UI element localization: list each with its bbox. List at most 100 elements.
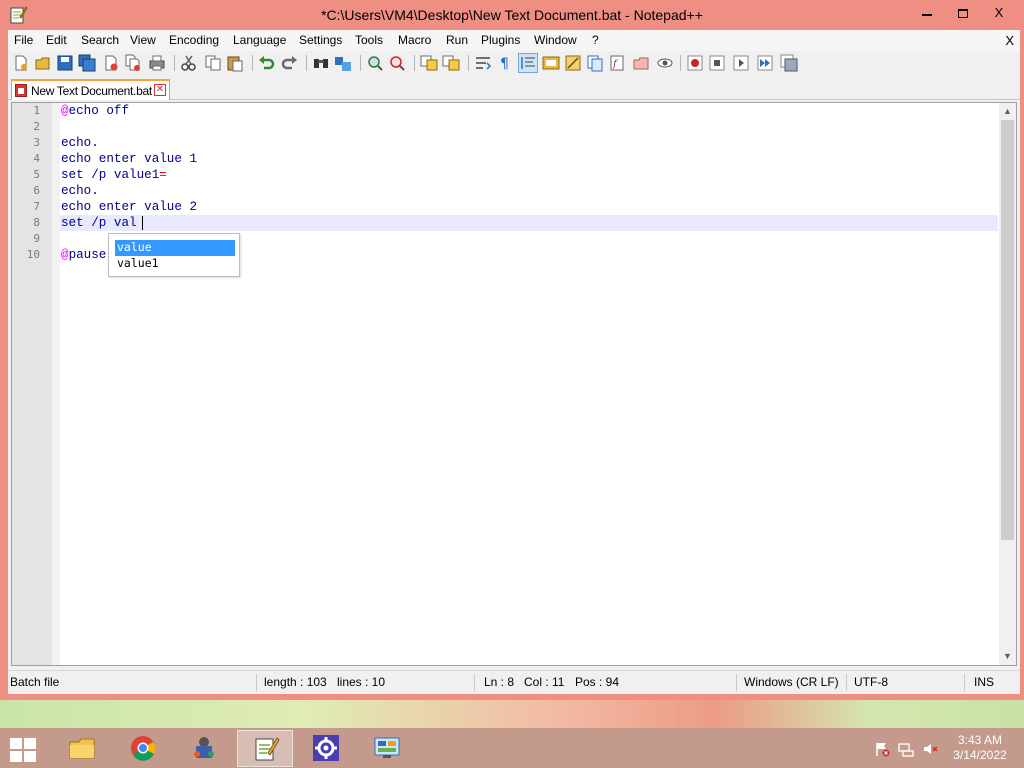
scroll-down-arrow-icon[interactable]: ▼ [999, 648, 1016, 665]
autocomplete-list: value value1 [108, 233, 240, 277]
record-macro-icon[interactable] [686, 54, 704, 72]
open-file-icon[interactable] [34, 54, 52, 72]
taskbar-network-tool[interactable] [176, 730, 232, 767]
tab-bar: New Text Document.bat ✕ [8, 78, 1020, 100]
action-center-flag-icon[interactable] [874, 741, 890, 757]
taskbar: 3:43 AM 3/14/2022 [0, 728, 1024, 768]
code-line: set /p val [61, 215, 137, 231]
user-defined-language-icon[interactable] [542, 54, 560, 72]
chrome-icon [131, 736, 156, 761]
minimize-icon [922, 13, 932, 16]
svg-text:¶: ¶ [500, 56, 509, 72]
word-wrap-icon[interactable] [474, 54, 492, 72]
status-pos: Pos : 94 [575, 675, 620, 689]
editor[interactable]: 1 2 3 4 5 6 7 8 9 10 @echo off echo. echo enter val… [11, 102, 1017, 666]
close-all-icon[interactable] [124, 54, 142, 72]
menu-macro[interactable]: Macro [398, 33, 431, 47]
network-icon[interactable] [898, 741, 914, 757]
line-number: 1 [33, 104, 40, 117]
taskbar-notepad-plus-plus[interactable] [237, 730, 293, 767]
menu-window[interactable]: Window [534, 33, 577, 47]
copy-icon[interactable] [204, 54, 222, 72]
maximize-button[interactable] [948, 2, 978, 24]
code-token: = [159, 168, 167, 182]
status-eol[interactable]: Windows (CR LF) [744, 675, 839, 689]
menu-view[interactable]: View [130, 33, 156, 47]
play-macro-icon[interactable] [732, 54, 750, 72]
cut-icon[interactable] [180, 54, 198, 72]
close-document-button[interactable]: X [1005, 33, 1014, 48]
windows-logo-icon [10, 751, 22, 762]
line-number: 3 [33, 136, 40, 149]
find-icon[interactable] [312, 54, 330, 72]
taskbar-settings[interactable] [298, 730, 354, 767]
scrollbar-thumb[interactable] [1001, 120, 1014, 540]
vertical-scrollbar[interactable]: ▲ ▼ [999, 103, 1016, 665]
save-macro-icon[interactable] [780, 54, 798, 72]
menu-edit[interactable]: Edit [46, 33, 67, 47]
taskbar-chrome[interactable] [115, 730, 171, 767]
autocomplete-item[interactable]: value [115, 240, 235, 256]
folder-as-workspace-icon[interactable]: f [608, 54, 626, 72]
save-icon[interactable] [56, 54, 74, 72]
toolbar-separator [680, 55, 681, 71]
title-bar[interactable]: *C:\Users\VM4\Desktop\New Text Document.… [0, 0, 1024, 30]
new-file-icon[interactable] [12, 54, 30, 72]
zoom-out-icon[interactable] [388, 54, 406, 72]
minimize-button[interactable] [912, 2, 942, 24]
status-encoding[interactable]: UTF-8 [854, 675, 888, 689]
close-button[interactable]: X [984, 2, 1014, 24]
tab-close-icon[interactable]: ✕ [154, 84, 166, 96]
code-token: echo [61, 200, 92, 214]
menu-plugins[interactable]: Plugins [481, 33, 520, 47]
save-all-icon[interactable] [78, 54, 96, 72]
system-clock[interactable]: 3:43 AM 3/14/2022 [950, 733, 1010, 763]
function-list-icon[interactable] [586, 54, 604, 72]
stop-record-icon[interactable] [708, 54, 726, 72]
menu-search[interactable]: Search [81, 33, 119, 47]
code-line: @echo off [61, 103, 129, 119]
run-macro-multiple-icon[interactable] [756, 54, 774, 72]
code-token: echo [61, 152, 92, 166]
taskbar-control-panel[interactable] [359, 730, 415, 767]
show-all-chars-icon[interactable]: ¶ [496, 54, 514, 72]
volume-muted-icon[interactable] [922, 741, 938, 757]
menu-help[interactable]: ? [592, 33, 599, 47]
menu-encoding[interactable]: Encoding [169, 33, 219, 47]
zoom-in-icon[interactable] [366, 54, 384, 72]
folder-icon[interactable] [632, 54, 650, 72]
redo-icon[interactable] [280, 54, 298, 72]
sync-horizontal-icon[interactable] [442, 54, 460, 72]
code-token: pause [68, 248, 107, 262]
replace-icon[interactable] [334, 54, 352, 72]
start-button[interactable] [8, 736, 38, 762]
autocomplete-item[interactable]: value1 [115, 256, 235, 272]
windows-logo-icon [24, 738, 36, 749]
window-title: *C:\Users\VM4\Desktop\New Text Document.… [321, 7, 703, 23]
maximize-icon [958, 9, 968, 19]
code-line: set /p value1= [61, 167, 167, 183]
menu-language[interactable]: Language [233, 33, 286, 47]
code-token: enter value 2 [91, 200, 198, 214]
paste-icon[interactable] [226, 54, 244, 72]
taskbar-file-explorer[interactable] [54, 730, 110, 767]
fold-margin[interactable] [52, 103, 60, 665]
scroll-up-arrow-icon[interactable]: ▲ [999, 103, 1016, 120]
code-token: enter value 1 [91, 152, 198, 166]
print-icon[interactable] [148, 54, 166, 72]
menu-run[interactable]: Run [446, 33, 468, 47]
close-icon[interactable] [102, 54, 120, 72]
menu-settings[interactable]: Settings [299, 33, 342, 47]
undo-icon[interactable] [258, 54, 276, 72]
control-panel-icon [374, 737, 400, 758]
text-caret [142, 216, 143, 230]
monitoring-icon[interactable] [656, 54, 674, 72]
doc-map-icon[interactable] [564, 54, 582, 72]
status-lines: lines : 10 [337, 675, 386, 689]
indent-guide-icon[interactable] [518, 53, 538, 73]
menu-tools[interactable]: Tools [355, 33, 383, 47]
sync-vertical-icon[interactable] [420, 54, 438, 72]
menu-file[interactable]: File [14, 33, 33, 47]
tab-new-text-document[interactable]: New Text Document.bat ✕ [11, 79, 170, 100]
client-area: File Edit Search View Encoding Language … [8, 30, 1020, 694]
